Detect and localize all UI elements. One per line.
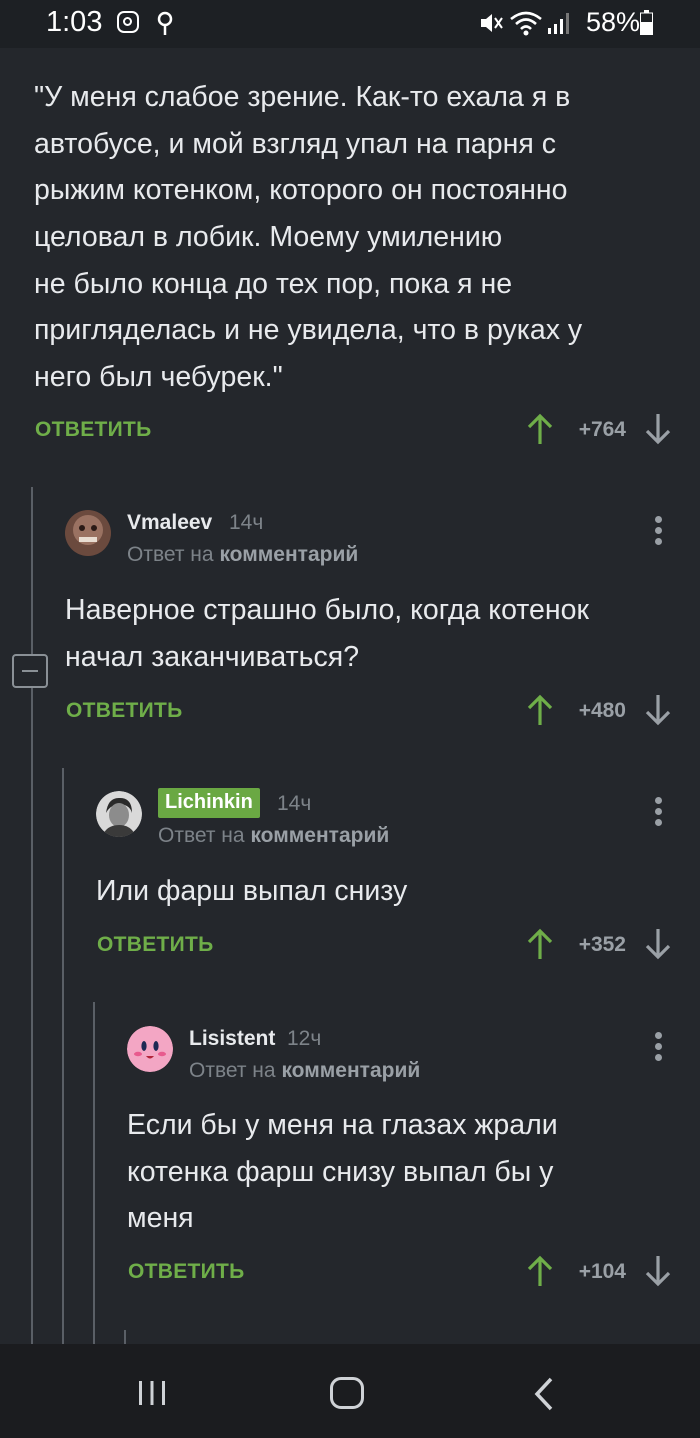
collapse-thread-button[interactable] <box>12 654 48 688</box>
comment-score: +352 <box>578 933 626 956</box>
avatar[interactable] <box>96 791 142 837</box>
signal-icon <box>548 13 569 34</box>
comment-line: Если бы у меня на глазах жрали <box>127 1109 558 1141</box>
comment-line: автобусе, и мой взгляд упал на парня с <box>34 128 556 160</box>
more-options-icon[interactable] <box>655 1032 663 1062</box>
reply-button[interactable]: ОТВЕТИТЬ <box>66 699 183 723</box>
reply-button[interactable]: ОТВЕТИТЬ <box>35 418 152 442</box>
comment-line: меня <box>127 1202 194 1234</box>
comment-score: +480 <box>578 699 626 722</box>
instagram-icon <box>117 11 139 33</box>
thread-line[interactable] <box>93 1002 95 1345</box>
reply-to-link[interactable]: комментарий <box>281 1059 420 1082</box>
reply-to-label: Ответ на комментарий <box>189 1059 420 1083</box>
battery-icon <box>640 10 653 35</box>
comment-time: 14ч <box>229 511 264 534</box>
reply-to-prefix: Ответ на <box>158 824 245 847</box>
comment-line: него был чебурек." <box>34 361 283 393</box>
home-icon[interactable] <box>330 1377 364 1409</box>
more-options-icon[interactable] <box>655 516 663 546</box>
reply-to-prefix: Ответ на <box>189 1059 276 1082</box>
reply-to-link[interactable]: комментарий <box>250 824 389 847</box>
status-time: 1:03 <box>46 6 103 38</box>
upvote-arrow-icon[interactable] <box>525 927 555 961</box>
username-badge[interactable]: Lichinkin <box>158 788 260 818</box>
comment-time: 12ч <box>287 1027 322 1050</box>
comment-line: котенка фарш снизу выпал бы у <box>127 1156 554 1188</box>
location-icon <box>157 11 173 35</box>
wifi-icon <box>510 11 542 36</box>
avatar[interactable] <box>127 1026 173 1072</box>
back-icon[interactable] <box>533 1376 555 1412</box>
downvote-arrow-icon[interactable] <box>643 1254 673 1288</box>
upvote-arrow-icon[interactable] <box>525 412 555 446</box>
more-options-icon[interactable] <box>655 797 663 827</box>
comment-line: "У меня слабое зрение. Как-то ехала я в <box>34 81 571 113</box>
upvote-arrow-icon[interactable] <box>525 1254 555 1288</box>
reply-to-prefix: Ответ на <box>127 543 214 566</box>
status-bar: 1:03 58% <box>0 0 700 48</box>
comment-line: рыжим котенком, которого он постоянно <box>34 174 568 206</box>
reply-button[interactable]: ОТВЕТИТЬ <box>97 933 214 957</box>
comment-line: Наверное страшно было, когда котенок <box>65 594 589 626</box>
comment-line: целовал в лобик. Моему умилению <box>34 221 503 253</box>
comment-line: начал заканчиваться? <box>65 641 360 673</box>
reply-button[interactable]: ОТВЕТИТЬ <box>128 1260 245 1284</box>
reply-to-link[interactable]: комментарий <box>219 543 358 566</box>
downvote-arrow-icon[interactable] <box>643 927 673 961</box>
comment-line: не было конца до тех пор, пока я не <box>34 268 513 300</box>
upvote-arrow-icon[interactable] <box>525 693 555 727</box>
comment-line: Или фарш выпал снизу <box>96 875 408 907</box>
avatar[interactable] <box>65 510 111 556</box>
thread-line[interactable] <box>124 1330 126 1345</box>
recent-apps-icon[interactable] <box>137 1380 167 1406</box>
thread-line[interactable] <box>31 487 33 1345</box>
mute-icon <box>481 14 503 32</box>
comment-time: 14ч <box>277 792 312 815</box>
battery-percent: 58% <box>585 7 640 37</box>
reply-to-label: Ответ на комментарий <box>127 543 358 567</box>
comment-score: +104 <box>578 1260 626 1283</box>
downvote-arrow-icon[interactable] <box>643 693 673 727</box>
thread-line[interactable] <box>62 768 64 1345</box>
username[interactable]: Vmaleev <box>127 511 212 535</box>
username[interactable]: Lisistent <box>189 1027 275 1051</box>
comment-score: +764 <box>578 418 626 441</box>
downvote-arrow-icon[interactable] <box>643 412 673 446</box>
comment-line: пригляделась и не увидела, что в руках у <box>34 314 583 346</box>
reply-to-label: Ответ на комментарий <box>158 824 389 848</box>
